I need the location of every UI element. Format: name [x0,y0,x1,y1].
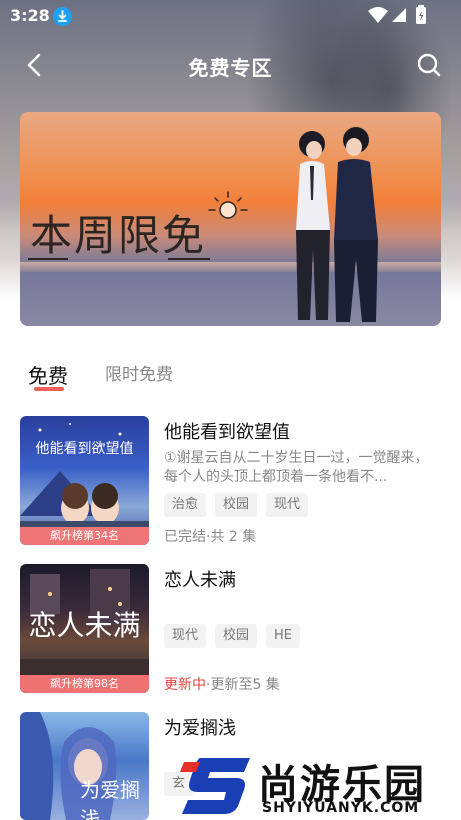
list-item[interactable]: 恋人未满 飙升榜第98名 恋人未满 现代 校园 HE 更新中·更新至5 集 [0,564,461,696]
tag-list: 治愈 校园 现代 [164,493,317,517]
cover-title: 他能看到欲望值 [35,441,134,457]
rank-badge: 飙升榜第98名 [20,675,149,693]
cover-title: 为爱搁浅 [80,778,140,820]
battery-icon [416,5,426,24]
status-episodes: ·更新至5 集 [206,677,280,693]
banner-underline [168,258,210,260]
tag: 现代 [164,624,207,648]
banner-underline [28,258,68,260]
signal-icon [392,8,406,22]
tab-limited-free[interactable]: 限时免费 [105,360,173,385]
banner-characters-illustration [296,127,378,322]
wifi-icon [368,7,388,23]
page-title: 免费专区 [188,56,273,80]
search-icon [417,53,441,77]
cover-title: 恋人未满 [28,609,141,642]
status-updating: 更新中 [164,677,206,693]
tag: 现代 [266,493,309,517]
sun-icon [208,191,248,219]
rank-badge: 飙升榜第34名 [20,527,149,545]
active-tab-indicator [34,387,64,391]
cover-illustration [20,423,149,545]
promo-banner[interactable]: 本周限免 [20,112,441,326]
tag: HE [266,624,301,648]
item-description: ①谢星云自从二十岁生日一过，一觉醒来，每个人的头顶上都顶着一条他看不... [164,450,429,485]
cover-image: 为爱搁浅 [20,712,149,820]
banner-title: 本周限免 [30,211,207,260]
tag-list: 现代 校园 HE [164,624,309,648]
search-button[interactable] [416,52,442,78]
status-time: 3:28 [10,6,50,25]
item-title: 恋人未满 [164,570,236,591]
tab-free[interactable]: 免费 [28,360,68,389]
watermark-logo-icon [180,758,250,814]
tag: 校园 [215,493,258,517]
item-status: 已完结·共 2 集 [164,529,257,545]
status-bar: 3:28 [0,0,461,32]
cover-image: 恋人未满 飙升榜第98名 [20,564,149,693]
tag: 治愈 [164,493,207,517]
watermark: 尚游乐园 SHYIYUANYK.COM [180,752,455,818]
cover-image: 他能看到欲望值 飙升榜第34名 [20,416,149,545]
item-title: 他能看到欲望值 [164,422,290,443]
item-title: 为爱搁浅 [164,718,236,739]
tag: 校园 [215,624,258,648]
item-status: 更新中·更新至5 集 [164,674,280,694]
download-icon [53,7,72,26]
list-item[interactable]: 他能看到欲望值 飙升榜第34名 他能看到欲望值 ①谢星云自从二十岁生日一过，一觉… [0,416,461,548]
watermark-url: SHYIYUANYK.COM [262,800,420,816]
